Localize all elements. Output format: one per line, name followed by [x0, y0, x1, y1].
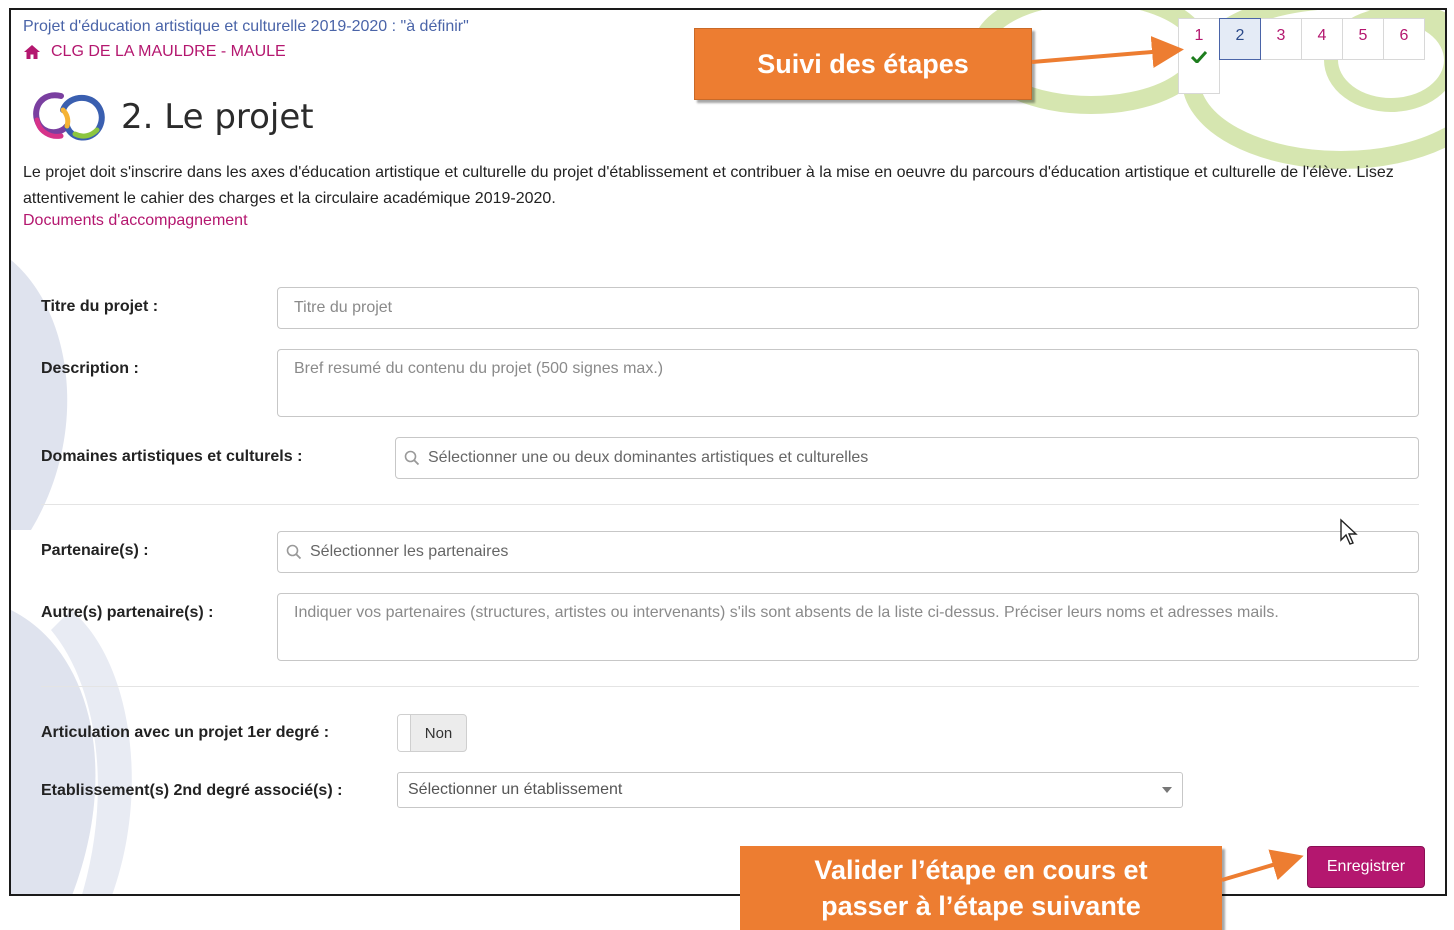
schools-select[interactable]: Sélectionner un établissement	[397, 772, 1183, 808]
step-3[interactable]: 3	[1260, 18, 1302, 60]
title-input[interactable]: Titre du projet	[277, 287, 1419, 329]
school-breadcrumb[interactable]: CLG DE LA MAULDRE - MAULE	[23, 43, 286, 61]
step-5-label: 5	[1358, 27, 1368, 44]
toggle-knob	[398, 715, 411, 751]
chevron-down-icon	[1162, 787, 1172, 793]
description-label: Description :	[41, 360, 139, 377]
step-2[interactable]: 2	[1219, 18, 1261, 60]
other-partners-placeholder: Indiquer vos partenaires (structures, ar…	[294, 604, 1279, 621]
partners-select[interactable]: Sélectionner les partenaires	[277, 531, 1419, 573]
partners-placeholder: Sélectionner les partenaires	[310, 543, 509, 560]
other-partners-label: Autre(s) partenaire(s) :	[41, 604, 214, 621]
articulation-label: Articulation avec un projet 1er degré :	[41, 724, 330, 741]
save-callout: Valider l’étape en cours et passer à l’é…	[740, 846, 1222, 930]
step-3-label: 3	[1276, 27, 1286, 44]
toggle-label: Non	[424, 724, 453, 742]
page-title: 2. Le projet	[121, 97, 314, 137]
step-4[interactable]: 4	[1301, 18, 1343, 60]
domains-select[interactable]: Sélectionner une ou deux dominantes arti…	[395, 437, 1419, 479]
step-2-label: 2	[1235, 27, 1245, 44]
articulation-toggle[interactable]: Non	[397, 714, 467, 752]
save-callout-line1: Valider l’étape en cours et	[814, 855, 1148, 885]
logo-icon	[33, 92, 105, 141]
step-tracker: 1 2 3 4 5 6	[1178, 18, 1425, 94]
step-5[interactable]: 5	[1342, 18, 1384, 60]
docs-link[interactable]: Documents d'accompagnement	[23, 212, 248, 230]
project-breadcrumb: Projet d'éducation artistique et culture…	[23, 18, 469, 35]
save-button[interactable]: Enregistrer	[1307, 846, 1425, 888]
step-1-label: 1	[1194, 27, 1204, 44]
intro-text: Le projet doit s'inscrire dans les axes …	[23, 164, 1394, 207]
search-icon	[286, 544, 302, 560]
domains-label: Domaines artistiques et culturels :	[41, 448, 303, 465]
divider	[41, 504, 1419, 505]
save-callout-line2: passer à l’étape suivante	[821, 891, 1141, 921]
step-6[interactable]: 6	[1383, 18, 1425, 60]
partners-label: Partenaire(s) :	[41, 542, 149, 559]
page-header: 2. Le projet	[31, 88, 314, 146]
title-label: Titre du projet :	[41, 298, 159, 315]
other-partners-textarea[interactable]: Indiquer vos partenaires (structures, ar…	[277, 593, 1419, 661]
cursor-icon	[1340, 518, 1358, 545]
step-1[interactable]: 1	[1178, 18, 1220, 94]
divider	[41, 686, 1419, 687]
domains-placeholder: Sélectionner une ou deux dominantes arti…	[428, 449, 869, 466]
app-frame: Projet d'éducation artistique et culture…	[9, 8, 1447, 896]
school-name: CLG DE LA MAULDRE - MAULE	[51, 43, 286, 60]
check-icon	[1191, 51, 1207, 63]
search-icon	[404, 450, 420, 466]
description-textarea[interactable]: Bref resumé du contenu du projet (500 si…	[277, 349, 1419, 417]
description-placeholder: Bref resumé du contenu du projet (500 si…	[294, 360, 664, 377]
steps-callout: Suivi des étapes	[694, 28, 1032, 100]
schools-placeholder: Sélectionner un établissement	[408, 781, 623, 798]
title-placeholder: Titre du projet	[294, 299, 393, 316]
schools-label: Etablissement(s) 2nd degré associé(s) :	[41, 782, 343, 799]
step-4-label: 4	[1317, 27, 1327, 44]
step-6-label: 6	[1399, 27, 1409, 44]
home-icon	[24, 45, 40, 59]
